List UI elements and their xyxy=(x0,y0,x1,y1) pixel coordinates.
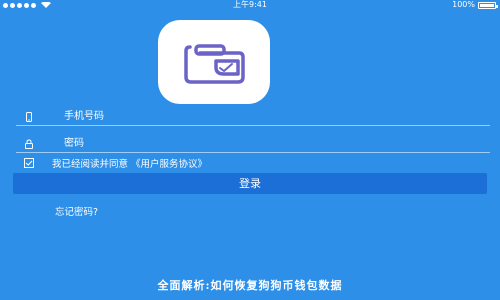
phone-field xyxy=(16,109,490,126)
phone-input[interactable] xyxy=(64,109,464,124)
page-title: 全面解析:如何恢复狗狗币钱包数据 xyxy=(157,279,343,292)
user-agreement-link[interactable]: 《用户服务协议》 xyxy=(131,156,207,170)
checkbox-icon[interactable] xyxy=(24,158,34,168)
battery-icon xyxy=(478,1,498,9)
wallet-logo-icon xyxy=(184,44,245,84)
status-bar: 上午9:41 100% xyxy=(0,0,500,10)
password-input[interactable] xyxy=(64,136,464,151)
agreement-row: 我已经阅读并同意 《用户服务协议》 xyxy=(24,156,207,170)
agreement-text: 我已经阅读并同意 xyxy=(52,159,129,170)
login-button[interactable]: 登录 xyxy=(13,173,487,194)
status-time: 上午9:41 xyxy=(233,0,267,9)
battery-percentage: 100% xyxy=(452,0,475,9)
phone-icon xyxy=(26,112,32,122)
lock-icon xyxy=(25,139,33,149)
password-field xyxy=(16,136,490,153)
app-logo xyxy=(158,20,270,104)
forgot-password-link[interactable]: 忘记密码? xyxy=(55,204,98,218)
